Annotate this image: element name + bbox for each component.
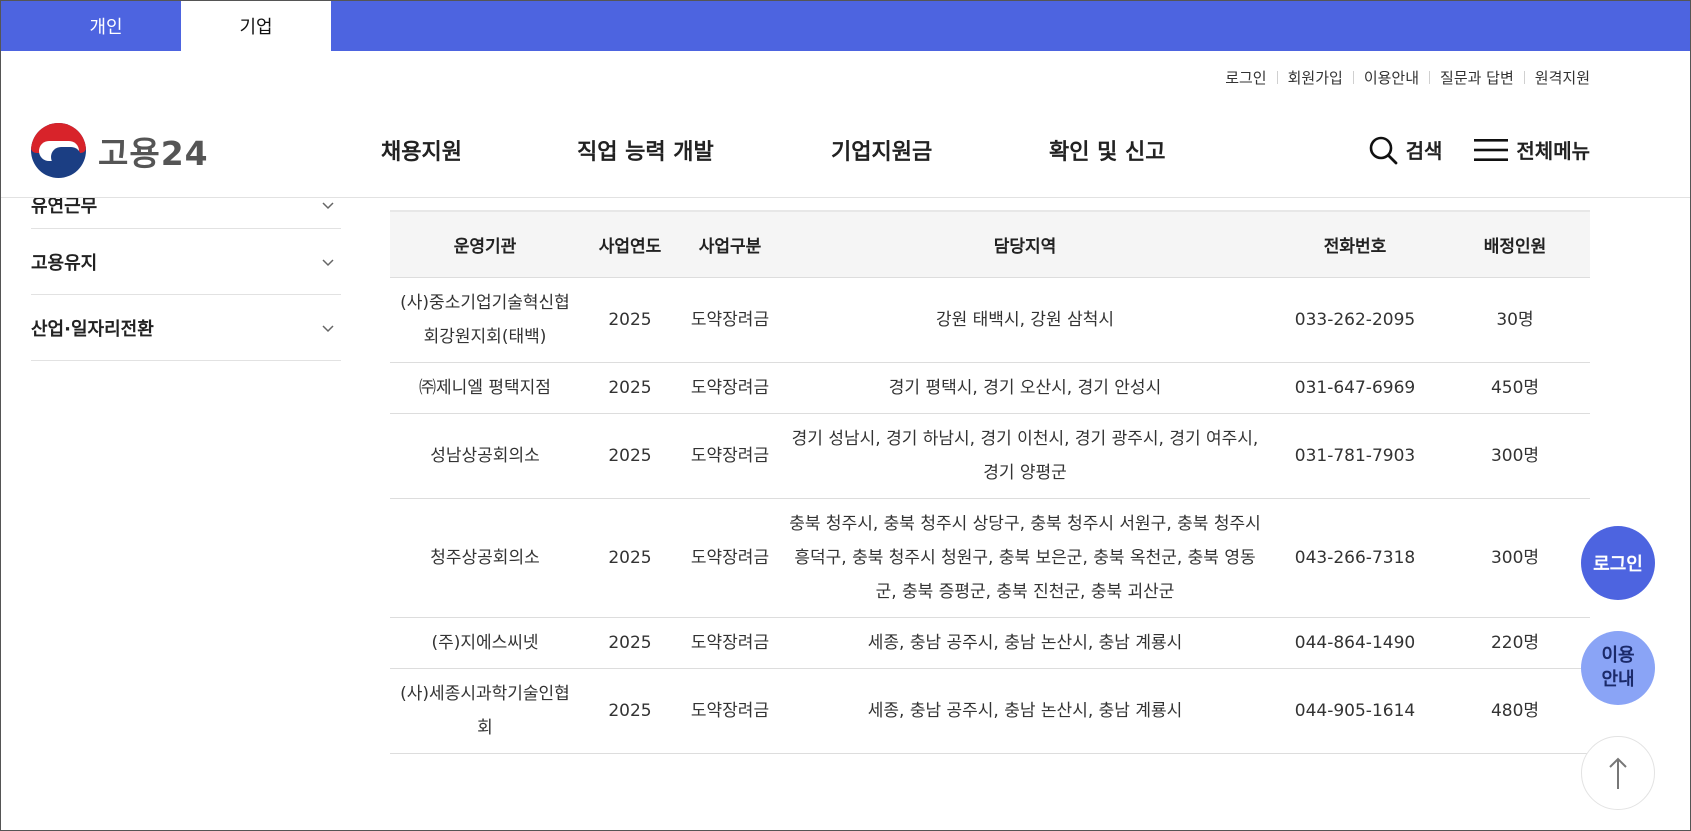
region-cell: 충북 청주시, 충북 청주시 상당구, 충북 청주시 서원구, 충북 청주시 흥… xyxy=(780,498,1270,618)
table-header-row: 운영기관 사업연도 사업구분 담당지역 전화번호 배정인원 xyxy=(390,210,1590,278)
sidebar-item-employment-retention[interactable]: 고용유지 xyxy=(31,229,341,295)
header-tools: 검색 전체메뉴 xyxy=(1368,101,1590,198)
program-cell: 도약장려금 xyxy=(680,498,780,618)
signup-link[interactable]: 회원가입 xyxy=(1288,67,1343,88)
phone-cell: 033-262-2095 xyxy=(1270,277,1440,363)
logo-text: 고용24 xyxy=(98,133,209,173)
region-cell: 강원 태백시, 강원 삼척시 xyxy=(780,277,1270,363)
region-cell: 경기 평택시, 경기 오산시, 경기 안성시 xyxy=(780,362,1270,414)
divider xyxy=(1276,71,1278,84)
gnb-verification-report[interactable]: 확인 및 신고 xyxy=(1049,101,1166,198)
year-cell: 2025 xyxy=(580,668,680,754)
scroll-top-button[interactable] xyxy=(1581,736,1655,810)
sidebar: 유연근무 고용유지 산업·일자리전환 xyxy=(31,181,341,361)
agency-cell: (사)세종시과학기술인협회 xyxy=(390,668,580,754)
agency-cell: 청주상공회의소 xyxy=(390,498,580,618)
tab-personal[interactable]: 개인 xyxy=(31,1,181,51)
agency-table: 운영기관 사업연도 사업구분 담당지역 전화번호 배정인원 (사)중소기업기술혁… xyxy=(390,210,1590,754)
gnb-recruitment[interactable]: 채용지원 xyxy=(381,101,462,198)
phone-cell: 044-905-1614 xyxy=(1270,668,1440,754)
program-cell: 도약장려금 xyxy=(680,617,780,669)
phone-cell: 043-266-7318 xyxy=(1270,498,1440,618)
guide-label-line2: 안내 xyxy=(1601,669,1635,690)
main-header: 고용24 채용지원 직업 능력 개발 기업지원금 확인 및 신고 검색 전체메뉴 xyxy=(1,101,1690,198)
table-row: (주)지에스씨넷 2025 도약장려금 세종, 충남 공주시, 충남 논산시, … xyxy=(390,617,1590,669)
year-cell: 2025 xyxy=(580,362,680,414)
sidebar-item-label: 고용유지 xyxy=(31,252,98,274)
agency-cell: ㈜제니엘 평택지점 xyxy=(390,362,580,414)
program-cell: 도약장려금 xyxy=(680,277,780,363)
sidebar-item-industry-transition[interactable]: 산업·일자리전환 xyxy=(31,295,341,361)
quota-cell: 480명 xyxy=(1440,668,1590,754)
region-cell: 세종, 충남 공주시, 충남 논산시, 충남 계룡시 xyxy=(780,668,1270,754)
year-cell: 2025 xyxy=(580,617,680,669)
quota-cell: 300명 xyxy=(1440,413,1590,499)
agency-cell: (사)중소기업기술혁신협회강원지회(태백) xyxy=(390,277,580,363)
guide-link[interactable]: 이용안내 xyxy=(1364,67,1419,88)
site-logo[interactable]: 고용24 xyxy=(31,123,209,178)
search-label: 검색 xyxy=(1405,139,1443,163)
floating-login-button[interactable]: 로그인 xyxy=(1581,526,1655,600)
table-row: 청주상공회의소 2025 도약장려금 충북 청주시, 충북 청주시 상당구, 충… xyxy=(390,498,1590,618)
sidebar-item-label: 산업·일자리전환 xyxy=(31,318,154,340)
chevron-down-icon xyxy=(322,201,334,209)
utility-links: 로그인 회원가입 이용안내 질문과 답변 원격지원 xyxy=(1225,67,1590,88)
column-header: 사업연도 xyxy=(580,210,680,278)
divider xyxy=(1523,71,1525,84)
search-button[interactable]: 검색 xyxy=(1368,135,1443,165)
program-cell: 도약장려금 xyxy=(680,362,780,414)
quota-cell: 30명 xyxy=(1440,277,1590,363)
region-cell: 세종, 충남 공주시, 충남 논산시, 충남 계룡시 xyxy=(780,617,1270,669)
column-header: 운영기관 xyxy=(390,210,580,278)
divider xyxy=(1352,71,1354,84)
quota-cell: 450명 xyxy=(1440,362,1590,414)
login-link[interactable]: 로그인 xyxy=(1225,67,1266,88)
guide-label-line1: 이용 xyxy=(1601,645,1635,666)
program-cell: 도약장려금 xyxy=(680,413,780,499)
column-header: 사업구분 xyxy=(680,210,780,278)
qna-link[interactable]: 질문과 답변 xyxy=(1440,67,1514,88)
gnb-vocational-training[interactable]: 직업 능력 개발 xyxy=(577,101,714,198)
phone-cell: 044-864-1490 xyxy=(1270,617,1440,669)
search-icon xyxy=(1369,136,1397,164)
divider xyxy=(1429,71,1431,84)
year-cell: 2025 xyxy=(580,277,680,363)
gnb-subsidies[interactable]: 기업지원금 xyxy=(831,101,932,198)
floating-guide-button[interactable]: 이용안내 xyxy=(1581,631,1655,705)
all-menu-label: 전체메뉴 xyxy=(1516,139,1590,163)
all-menu-button[interactable]: 전체메뉴 xyxy=(1474,135,1590,164)
taegeuk-logo-icon xyxy=(31,123,86,178)
table-row: ㈜제니엘 평택지점 2025 도약장려금 경기 평택시, 경기 오산시, 경기 … xyxy=(390,362,1590,414)
column-header: 담당지역 xyxy=(780,210,1270,278)
tab-corporate[interactable]: 기업 xyxy=(181,1,331,51)
user-type-bar: 개인 기업 xyxy=(1,1,1690,51)
agency-cell: (주)지에스씨넷 xyxy=(390,617,580,669)
table-row: 성남상공회의소 2025 도약장려금 경기 성남시, 경기 하남시, 경기 이천… xyxy=(390,413,1590,499)
phone-cell: 031-781-7903 xyxy=(1270,413,1440,499)
quota-cell: 220명 xyxy=(1440,617,1590,669)
year-cell: 2025 xyxy=(580,413,680,499)
region-cell: 경기 성남시, 경기 하남시, 경기 이천시, 경기 광주시, 경기 여주시, … xyxy=(780,413,1270,499)
arrow-up-icon xyxy=(1609,757,1627,789)
column-header: 배정인원 xyxy=(1440,210,1590,278)
agency-cell: 성남상공회의소 xyxy=(390,413,580,499)
column-header: 전화번호 xyxy=(1270,210,1440,278)
table-row: (사)중소기업기술혁신협회강원지회(태백) 2025 도약장려금 강원 태백시,… xyxy=(390,277,1590,363)
table-row: (사)세종시과학기술인협회 2025 도약장려금 세종, 충남 공주시, 충남 … xyxy=(390,668,1590,754)
chevron-down-icon xyxy=(322,324,334,332)
remote-support-link[interactable]: 원격지원 xyxy=(1535,67,1590,88)
year-cell: 2025 xyxy=(580,498,680,618)
quota-cell: 300명 xyxy=(1440,498,1590,618)
phone-cell: 031-647-6969 xyxy=(1270,362,1440,414)
hamburger-menu-icon xyxy=(1474,138,1509,161)
chevron-down-icon xyxy=(322,258,334,266)
program-cell: 도약장려금 xyxy=(680,668,780,754)
